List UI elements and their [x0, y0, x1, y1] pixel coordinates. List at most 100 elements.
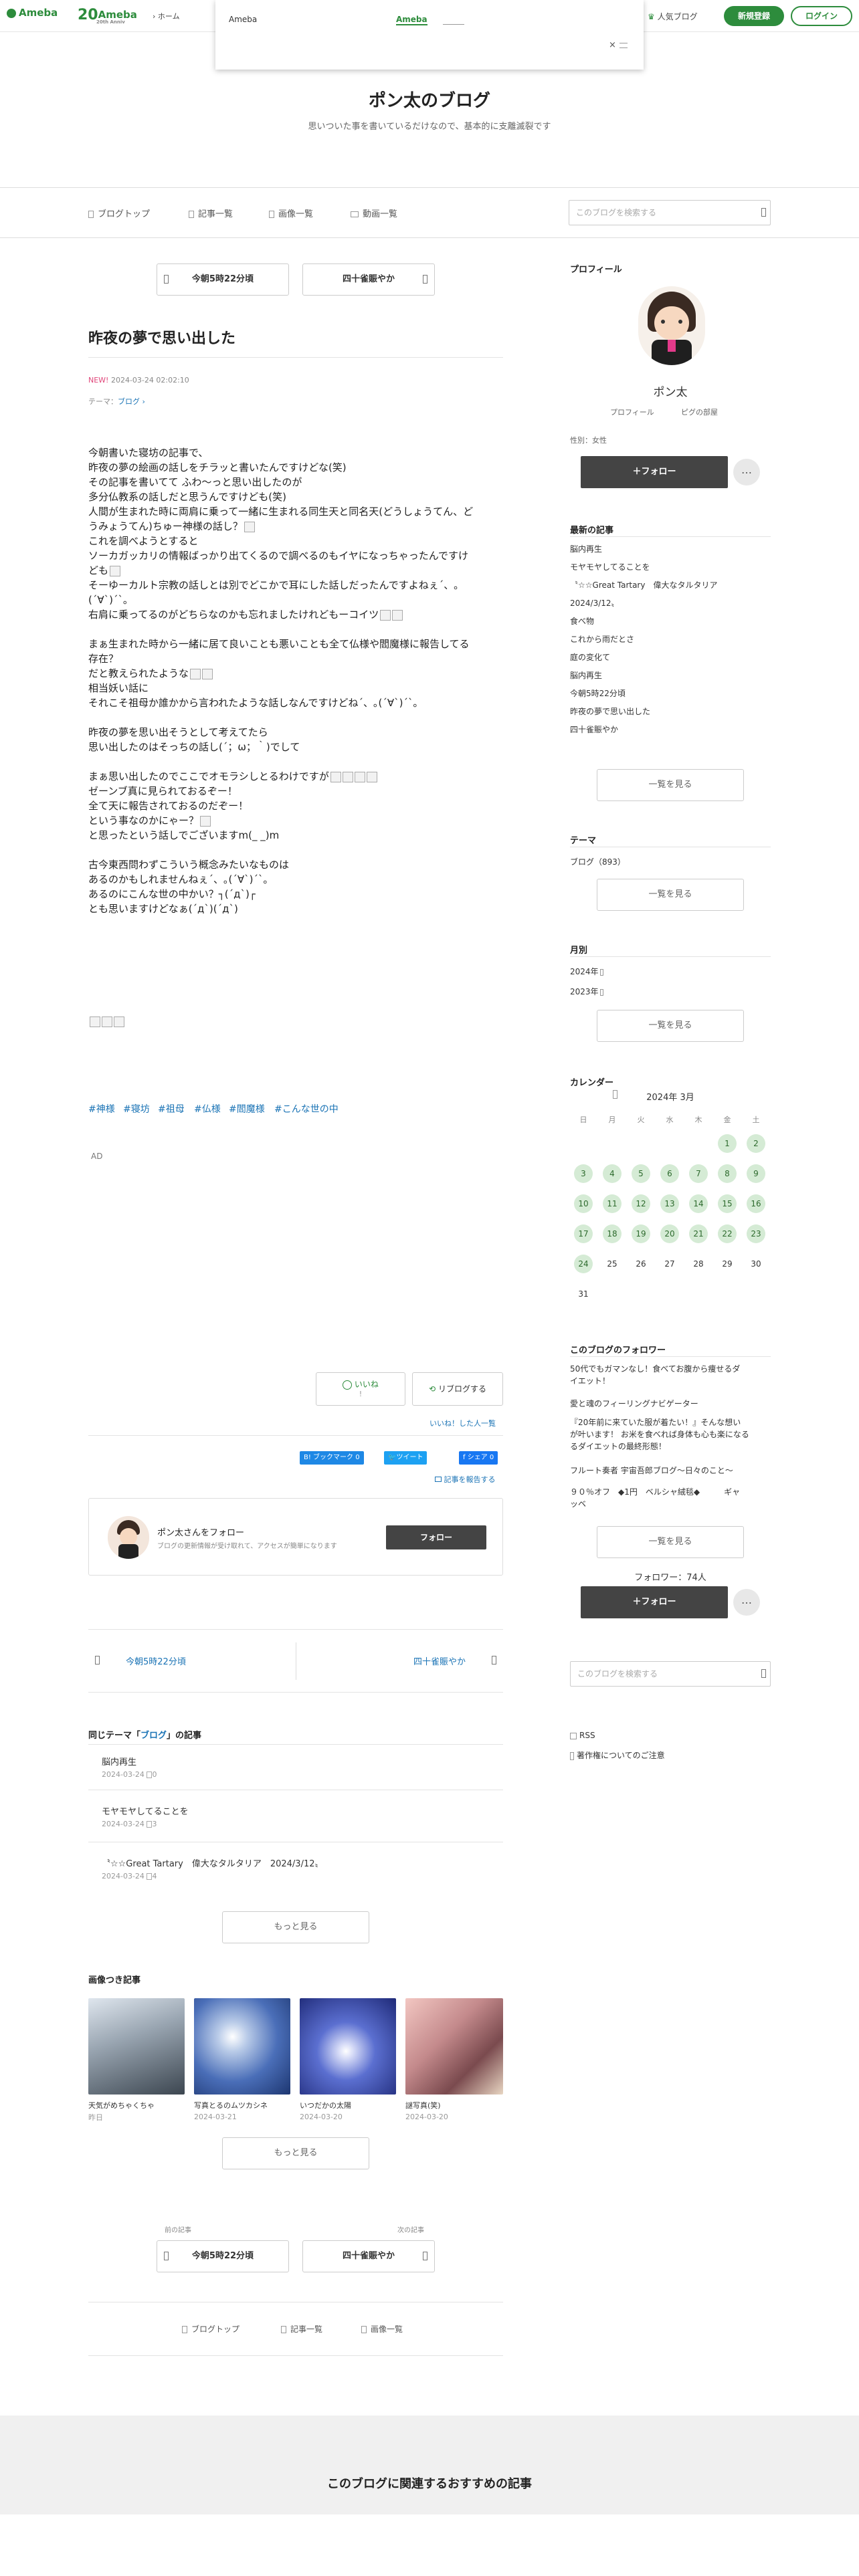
- recent-article-link[interactable]: 2024/3/12〟: [570, 597, 619, 609]
- list-item[interactable]: 〝☆☆Great Tartary 偉大なタルタリア 2024/3/12〟 2024…: [88, 1856, 503, 1881]
- theme-item[interactable]: ブログ（893）: [570, 856, 626, 867]
- thumbnail-image[interactable]: [194, 1998, 290, 2095]
- recent-article-link[interactable]: これから雨だとさ: [570, 633, 634, 645]
- footer-nav-articles[interactable]: 記事一覧: [281, 2323, 322, 2335]
- nav-articles[interactable]: 記事一覧: [189, 207, 233, 219]
- broken-image-icon[interactable]: [244, 521, 255, 532]
- hashtag[interactable]: #仏様: [194, 1102, 221, 1115]
- broken-image-icon[interactable]: [110, 565, 121, 576]
- calendar-day[interactable]: 8: [718, 1164, 737, 1183]
- list-item[interactable]: 脳内再生 2024-03-24 0: [88, 1755, 503, 1779]
- follower-item[interactable]: るダイエットの最終形態！: [570, 1440, 666, 1452]
- copyright-link[interactable]: 著作権についてのご注意: [570, 1749, 665, 1761]
- recent-article-link[interactable]: 脳内再生: [570, 543, 602, 554]
- calendar-day[interactable]: 23: [747, 1224, 765, 1243]
- calendar-day[interactable]: 18: [603, 1224, 622, 1243]
- report-link[interactable]: 記事を報告する: [435, 1474, 496, 1485]
- ameba-20th-logo[interactable]: 20Ameba 20th Anniv: [78, 7, 137, 25]
- breadcrumb-home[interactable]: › ホーム: [153, 11, 180, 21]
- follower-item[interactable]: イエット！: [570, 1375, 610, 1386]
- calendar-day[interactable]: 16: [747, 1194, 765, 1213]
- pager-prev[interactable]: 今朝5時22分頃: [88, 1642, 296, 1680]
- broken-image-icon[interactable]: [114, 1016, 124, 1027]
- image-article-title[interactable]: いつだかの太陽: [300, 2100, 351, 2111]
- footer-nav-blog-top[interactable]: ブログトップ: [182, 2323, 240, 2335]
- sidebar-follow-button-2[interactable]: ＋フォロー: [581, 1586, 728, 1618]
- calendar-day[interactable]: 7: [689, 1164, 708, 1183]
- calendar-day[interactable]: 2: [747, 1134, 765, 1153]
- search-icon[interactable]: [761, 208, 766, 217]
- popup-menu-icon[interactable]: [619, 43, 628, 48]
- image-articles-more-button[interactable]: もっと見る: [222, 2137, 369, 2169]
- hashtag[interactable]: #こんな世の中: [274, 1102, 339, 1115]
- broken-image-icon[interactable]: [392, 609, 403, 621]
- login-button[interactable]: ログイン: [791, 6, 852, 26]
- broken-image-icon[interactable]: [330, 771, 341, 782]
- calendar-day[interactable]: 11: [603, 1194, 622, 1213]
- month-more-button[interactable]: 一覧を見る: [597, 1010, 744, 1042]
- calendar-day[interactable]: 12: [632, 1194, 650, 1213]
- follower-item[interactable]: 50代でもガマンなし！食べてお腹から痩せるダ: [570, 1363, 740, 1374]
- hashtag[interactable]: #神様: [88, 1102, 115, 1115]
- follower-item[interactable]: 『20年前に来ていた服が着たい！』そんな想い: [570, 1416, 741, 1428]
- more-options-button-2[interactable]: …: [733, 1589, 760, 1616]
- recent-article-link[interactable]: 食べ物: [570, 615, 594, 627]
- next-entry-button[interactable]: 四十雀賑やか: [302, 263, 435, 296]
- footer-nav-images[interactable]: 画像一覧: [361, 2323, 403, 2335]
- follower-item[interactable]: フルート奏者 宇宙吾郎ブログ〜日々のこと〜: [570, 1465, 733, 1476]
- more-options-button[interactable]: …: [733, 459, 760, 486]
- calendar-day[interactable]: 6: [660, 1164, 679, 1183]
- reblog-button[interactable]: ⟲ リブログする: [412, 1372, 503, 1406]
- follower-item[interactable]: ッベ: [570, 1498, 586, 1509]
- image-article-title[interactable]: 天気がめちゃくちゃ: [88, 2100, 155, 2111]
- calendar-day[interactable]: 4: [603, 1164, 622, 1183]
- broken-image-icon[interactable]: [90, 1016, 100, 1027]
- same-theme-more-button[interactable]: もっと見る: [222, 1911, 369, 1943]
- popup-close-icon[interactable]: ×: [609, 40, 616, 50]
- calendar-day[interactable]: 22: [718, 1224, 737, 1243]
- recent-article-link[interactable]: 四十雀賑やか: [570, 724, 618, 735]
- calendar-day[interactable]: 19: [632, 1224, 650, 1243]
- hatena-bookmark-button[interactable]: B! ブックマーク 0: [300, 1451, 364, 1465]
- calendar-day[interactable]: 3: [574, 1164, 593, 1183]
- nav-videos[interactable]: 動画一覧: [351, 207, 397, 219]
- month-item[interactable]: 2024年: [570, 966, 603, 977]
- calendar-day[interactable]: 10: [574, 1194, 593, 1213]
- broken-image-icon[interactable]: [102, 1016, 112, 1027]
- rss-link[interactable]: RSS: [570, 1731, 595, 1740]
- nav-images[interactable]: 画像一覧: [269, 207, 313, 219]
- theme-link[interactable]: ブログ: [118, 397, 140, 406]
- prev-entry-button[interactable]: 今朝5時22分頃: [157, 263, 289, 296]
- month-item[interactable]: 2023年: [570, 986, 603, 997]
- recent-article-link[interactable]: 〝☆☆Great Tartary 偉大なタルタリア: [570, 579, 717, 591]
- list-item[interactable]: モヤモヤしてることを 2024-03-24 3: [88, 1804, 503, 1828]
- image-article-title[interactable]: 写真とるのムツカシネ: [194, 2100, 268, 2111]
- recent-more-button[interactable]: 一覧を見る: [597, 769, 744, 801]
- calendar-day[interactable]: 14: [689, 1194, 708, 1213]
- popup-link[interactable]: Ameba: [396, 15, 427, 25]
- calendar-day[interactable]: 21: [689, 1224, 708, 1243]
- calendar-day[interactable]: 13: [660, 1194, 679, 1213]
- nav-blog-top[interactable]: ブログトップ: [88, 207, 150, 219]
- thumbnail-image[interactable]: [405, 1998, 503, 2095]
- popular-blog-link[interactable]: ♛ 人気ブログ: [648, 11, 698, 22]
- follow-button[interactable]: フォロー: [386, 1525, 486, 1549]
- bottom-next-entry-button[interactable]: 四十雀賑やか: [302, 2240, 435, 2272]
- recent-article-link[interactable]: 脳内再生: [570, 669, 602, 681]
- broken-image-icon[interactable]: [202, 668, 213, 679]
- profile-name[interactable]: ポン太: [570, 383, 771, 399]
- recent-article-link[interactable]: 庭の変化て: [570, 651, 610, 663]
- pig-room-link[interactable]: ピグの部屋: [681, 407, 718, 417]
- broken-image-icon[interactable]: [354, 771, 365, 782]
- hashtag[interactable]: #閻魔様: [229, 1102, 265, 1115]
- recent-article-link[interactable]: モヤモヤしてることを: [570, 561, 650, 572]
- calendar-day[interactable]: 5: [632, 1164, 650, 1183]
- pager-next[interactable]: 四十雀賑やか: [296, 1642, 503, 1680]
- broken-image-icon[interactable]: [342, 771, 353, 782]
- signup-button[interactable]: 新規登録: [724, 6, 784, 26]
- profile-avatar[interactable]: [638, 286, 705, 365]
- sidebar-search-input[interactable]: このブログを検索する: [570, 1661, 771, 1687]
- avatar[interactable]: [108, 1516, 149, 1559]
- broken-image-icon[interactable]: [380, 609, 391, 621]
- facebook-share-button[interactable]: f シェア 0: [459, 1451, 498, 1465]
